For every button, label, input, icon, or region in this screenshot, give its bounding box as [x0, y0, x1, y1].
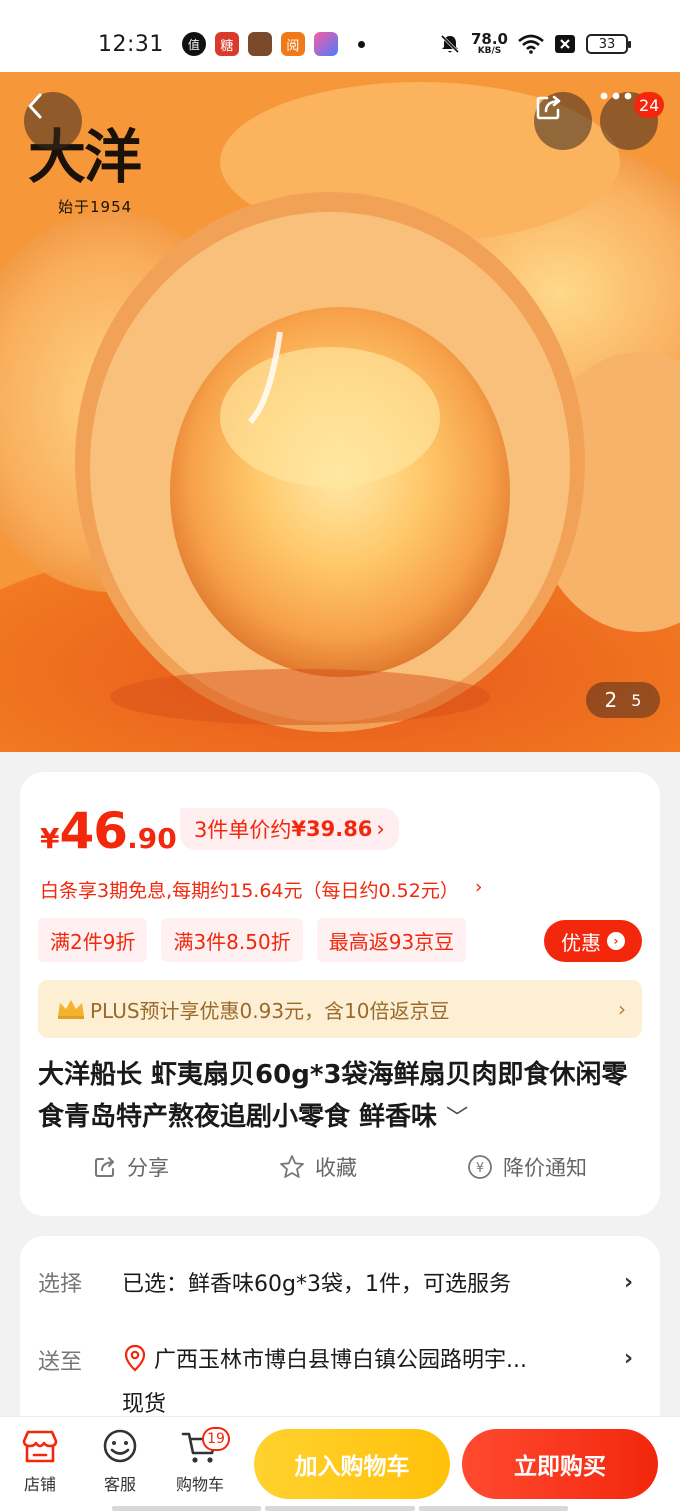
price-alert-label: 降价通知	[503, 1156, 587, 1180]
favorite-action[interactable]: 收藏	[279, 1152, 357, 1182]
share-label: 分享	[127, 1156, 169, 1180]
share-action[interactable]: 分享	[93, 1152, 169, 1182]
product-image-carousel[interactable]: 大洋 始于1954 24 2 5	[0, 72, 680, 752]
promo-tag[interactable]: 满3件8.50折	[161, 918, 303, 962]
reader-app-icon: 阅	[280, 32, 305, 56]
more-notifications-dot	[357, 40, 365, 48]
unit-price-prefix: 3件单价约	[194, 818, 292, 842]
status-right: 78.0 KB/S 33	[439, 32, 631, 56]
favorite-label: 收藏	[315, 1156, 357, 1180]
installment-info[interactable]: 白条享3期免息,每期约15.64元（每日约0.52元） ›	[40, 876, 482, 903]
plus-member-bar[interactable]: PLUS预计享优惠0.93元，含10倍返京豆 ›	[38, 980, 642, 1038]
delivery-arrow[interactable]: ›	[624, 1346, 633, 1371]
price-card: ¥ 46 .90 3件单价约 ¥39.86 › 白条享3期免息,每期约15.64…	[20, 772, 660, 1216]
share-outline-icon	[95, 1157, 114, 1177]
product-title: 大洋船长 虾夷扇贝60g*3袋海鲜扇贝肉即食休闲零食青岛特产熬夜追剧小零食 鲜香…	[38, 1054, 642, 1140]
price-tag-icon: ¥	[468, 1155, 492, 1179]
cart-label: 购物车	[175, 1475, 224, 1494]
select-value[interactable]: 已选：鲜香味60g*3袋，1件，可选服务	[122, 1266, 511, 1298]
image-index: 2	[604, 688, 618, 712]
delivery-address[interactable]: 广西玉林市博白县博白镇公园路明宇...	[122, 1342, 592, 1374]
price: ¥ 46 .90	[40, 802, 177, 860]
promo-tag[interactable]: 满2件9折	[38, 918, 148, 962]
zhi-app-icon: 值	[181, 32, 206, 56]
promo-tag[interactable]: 最高返93京豆	[316, 918, 467, 962]
expand-title-icon[interactable]: ﹀	[446, 1106, 468, 1131]
price-currency: ¥	[40, 822, 60, 855]
plus-text: PLUS预计享优惠0.93元，含10倍返京豆	[90, 998, 450, 1023]
price-decimal: .90	[127, 822, 177, 855]
promo-tags: 满2件9折 满3件8.50折 最高返93京豆	[38, 918, 467, 962]
star-icon	[280, 1155, 304, 1178]
back-arrow-icon	[28, 93, 42, 119]
no-sim-icon	[555, 35, 575, 53]
product-title-text: 大洋船长 虾夷扇贝60g*3袋海鲜扇贝肉即食休闲零食青岛特产熬夜追剧小零食 鲜香…	[38, 1060, 628, 1132]
service-label: 客服	[103, 1475, 136, 1494]
product-actions: 分享 收藏 ¥ 降价通知	[20, 1152, 660, 1182]
more-badge: 24	[634, 92, 665, 118]
home-indicator	[112, 1506, 568, 1511]
shortcut-app-icon	[313, 32, 338, 56]
installment-arrow: ›	[474, 876, 483, 898]
store-icon	[22, 1430, 58, 1463]
location-pin-icon	[124, 1344, 146, 1372]
share-button[interactable]	[534, 92, 592, 150]
svg-text:¥: ¥	[476, 1161, 484, 1176]
plus-arrow: ›	[618, 997, 626, 1021]
back-button[interactable]	[24, 92, 82, 150]
net-speed-value: 78.0	[470, 30, 508, 48]
installment-text: 白条享3期免息,每期约15.64元（每日约0.52元）	[40, 880, 459, 902]
delivery-label: 送至	[38, 1350, 83, 1375]
image-total: 5	[631, 690, 642, 710]
buy-now-button[interactable]: 立即购买	[462, 1429, 658, 1499]
tang-app-icon: 糖	[214, 32, 239, 56]
cart-count-badge: 19	[202, 1427, 230, 1451]
notification-icons: 值 糖 阅	[181, 32, 338, 56]
address-text: 广西玉林市博白县博白镇公园路明宇...	[154, 1348, 527, 1373]
coupon-button[interactable]: 优惠 ›	[544, 920, 642, 962]
net-speed: 78.0 KB/S	[471, 32, 508, 56]
game-app-icon	[247, 32, 272, 56]
store-label: 店铺	[23, 1475, 56, 1494]
more-dots-icon	[600, 92, 632, 100]
selection-card: 选择 已选：鲜香味60g*3袋，1件，可选服务 › 送至 广西玉林市博白县博白镇…	[20, 1236, 660, 1436]
unit-price-arrow: ›	[376, 817, 385, 841]
select-arrow[interactable]: ›	[624, 1270, 633, 1295]
store-tab[interactable]: 店铺	[8, 1429, 72, 1495]
crown-icon	[58, 1000, 84, 1019]
mute-bell-icon	[440, 34, 460, 54]
select-label: 选择	[38, 1272, 83, 1297]
share-icon	[536, 95, 561, 120]
unit-price-tag[interactable]: 3件单价约 ¥39.86 ›	[180, 808, 399, 850]
service-tab[interactable]: 客服	[88, 1429, 152, 1495]
battery-icon: 33	[586, 34, 631, 54]
price-integer: 46	[59, 802, 128, 860]
smile-service-icon	[103, 1429, 137, 1463]
stock-status: 现货	[122, 1392, 167, 1417]
coupon-label: 优惠	[561, 930, 601, 955]
unit-price-value: ¥39.86	[291, 817, 373, 841]
status-time: 12:31	[98, 31, 164, 57]
brand-since: 始于1954	[58, 198, 133, 216]
net-speed-unit: KB/S	[477, 46, 502, 56]
price-alert-action[interactable]: ¥ 降价通知	[467, 1152, 587, 1182]
wifi-icon	[518, 34, 544, 54]
image-counter: 2 5	[586, 682, 660, 718]
add-to-cart-button[interactable]: 加入购物车	[254, 1429, 450, 1499]
chevron-right-icon: ›	[607, 932, 625, 950]
bottom-action-bar: 店铺 客服 购物车 19 加入购物车 立即购买	[0, 1416, 680, 1511]
